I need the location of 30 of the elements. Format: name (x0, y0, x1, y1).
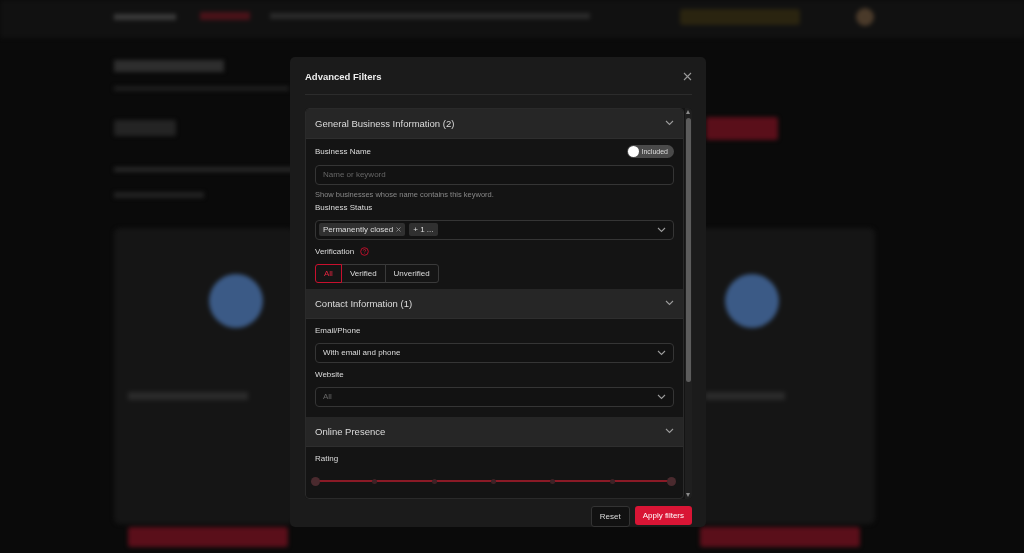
field-label: Business Name (315, 147, 372, 157)
field-label: Verification (315, 247, 355, 257)
chevron-icon (665, 300, 674, 307)
field-label: Website (315, 370, 344, 380)
reset-button[interactable]: Reset (590, 506, 630, 527)
chevron-icon (657, 349, 666, 356)
apply-button[interactable]: Apply filters (634, 506, 692, 525)
scrollbar[interactable] (685, 107, 692, 499)
rating-slider[interactable] (311, 476, 676, 486)
segment-option[interactable]: Unverified (384, 263, 439, 283)
section-header[interactable]: Contact Information (1) (306, 288, 683, 319)
field-label: Email/Phone (315, 326, 361, 336)
tag-chip[interactable]: Permanently closed (319, 223, 406, 237)
segment-option[interactable]: Verified (340, 263, 386, 283)
segment-option[interactable]: All (315, 263, 342, 283)
chevron-icon (665, 120, 674, 127)
dialog-title: Advanced Filters (305, 70, 382, 82)
section-header[interactable]: Online Presence (306, 416, 683, 447)
chevron-icon (665, 428, 674, 435)
help-icon[interactable] (360, 247, 370, 257)
chevron-icon (657, 393, 666, 400)
field-label: Rating (315, 454, 339, 464)
close-icon[interactable] (683, 71, 692, 81)
chevron-icon (657, 226, 666, 233)
field-label: Business Status (315, 203, 373, 213)
select-field[interactable]: With email and phone (315, 342, 674, 363)
tag-chip[interactable]: + 1 ... (409, 223, 438, 237)
section-header[interactable]: General Business Information (2) (306, 108, 683, 139)
multi-select-field[interactable]: Permanently closed + 1 ... (315, 219, 674, 240)
remove-icon[interactable] (396, 227, 402, 233)
